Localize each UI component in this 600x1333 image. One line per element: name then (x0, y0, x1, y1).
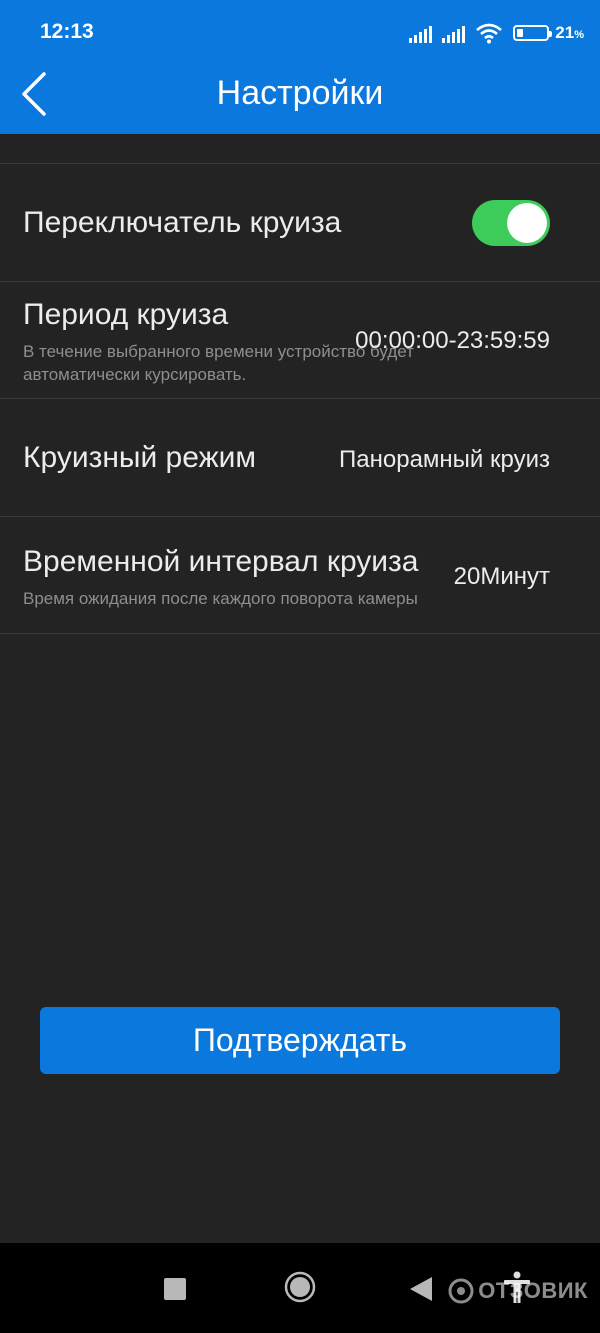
page-title: Настройки (216, 74, 384, 112)
battery-level (517, 29, 524, 37)
recent-apps-icon[interactable] (164, 1278, 186, 1300)
cruise-period-value: 00:00:00-23:59:59 (355, 327, 550, 354)
toggle-knob (507, 203, 547, 243)
status-icons: 21% (409, 18, 584, 48)
battery-indicator: 21% (513, 23, 584, 43)
watermark: ОТЗОВИК (448, 1278, 588, 1304)
cruise-switch-label: Переключатель круиза (23, 206, 342, 239)
home-icon[interactable] (284, 1271, 316, 1303)
cruise-period-label: Период круиза (23, 298, 229, 331)
back-icon[interactable] (408, 1275, 434, 1303)
battery-percent: 21% (555, 23, 584, 42)
confirm-button[interactable]: Подтверждать (40, 1007, 560, 1074)
cruise-mode-value: Панорамный круиз (339, 446, 550, 473)
watermark-text: ОТЗОВИК (478, 1278, 588, 1303)
signal-icon (409, 23, 433, 43)
status-time: 12:13 (40, 20, 94, 43)
signal-icon (442, 23, 466, 43)
battery-icon (513, 25, 553, 41)
cruise-interval-subtitle: Время ожидания после каждого поворота ка… (23, 589, 418, 608)
cruise-interval-value: 20Минут (453, 563, 550, 590)
wifi-icon (476, 23, 503, 44)
otzovik-logo-icon (448, 1278, 474, 1304)
cruise-mode-label: Круизный режим (23, 441, 257, 474)
cruise-switch-toggle[interactable] (472, 200, 550, 246)
cruise-interval-label: Временной интервал круиза (23, 545, 419, 578)
app-bar: 12:13 21% Настройки (0, 0, 600, 134)
